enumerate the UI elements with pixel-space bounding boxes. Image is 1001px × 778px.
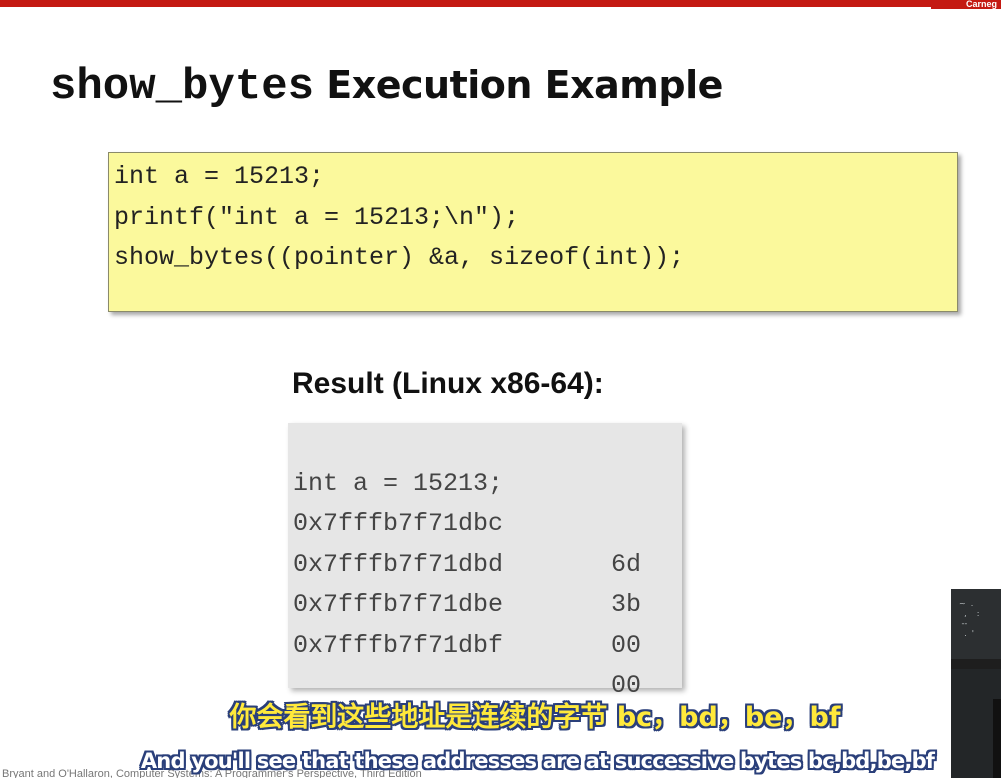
brand-tab: Carneg bbox=[931, 0, 1001, 9]
slide-title: show_bytes Execution Example bbox=[50, 58, 723, 113]
result-row: 0x7fffb7f71dbd 3b bbox=[293, 504, 682, 620]
result-first-line: int a = 15213; bbox=[293, 423, 682, 498]
top-accent-bar bbox=[0, 0, 1001, 7]
blackboard: ~ . , : -- . ' bbox=[951, 589, 1001, 659]
result-address: 0x7fffb7f71dbf bbox=[293, 630, 504, 660]
brand-text: Carneg bbox=[965, 0, 997, 9]
code-line: printf("int a = 15213;\n"); bbox=[114, 202, 520, 232]
result-heading: Result (Linux x86-64): bbox=[292, 367, 604, 400]
result-row: 0x7fffb7f71dbe 00 bbox=[293, 545, 682, 660]
result-block: int a = 15213; 0x7fffb7f71dbc 6d 0x7fffb… bbox=[288, 423, 682, 701]
code-line: int a = 15213; bbox=[114, 162, 325, 191]
result-byte: 00 bbox=[611, 630, 642, 660]
code-line: show_bytes((pointer) &a, sizeof(int)); bbox=[114, 243, 685, 272]
slide-title-text: Execution Example bbox=[326, 63, 723, 107]
subtitle-chinese: 你会看到这些地址是连续的字节 bc，bd，be，bf bbox=[229, 702, 841, 733]
slide-title-code: show_bytes bbox=[50, 62, 315, 112]
result-row: 0x7fffb7f71dbf 00 bbox=[293, 585, 682, 701]
chalk-marks: ~ . , : -- . ' bbox=[959, 599, 980, 638]
result-row: 0x7fffb7f71dbc 6d bbox=[293, 464, 682, 579]
subtitle-english: And you'll see that these addresses are … bbox=[140, 749, 935, 773]
code-block: int a = 15213; printf("int a = 15213;\n"… bbox=[108, 152, 958, 312]
board-rail bbox=[951, 659, 1001, 669]
